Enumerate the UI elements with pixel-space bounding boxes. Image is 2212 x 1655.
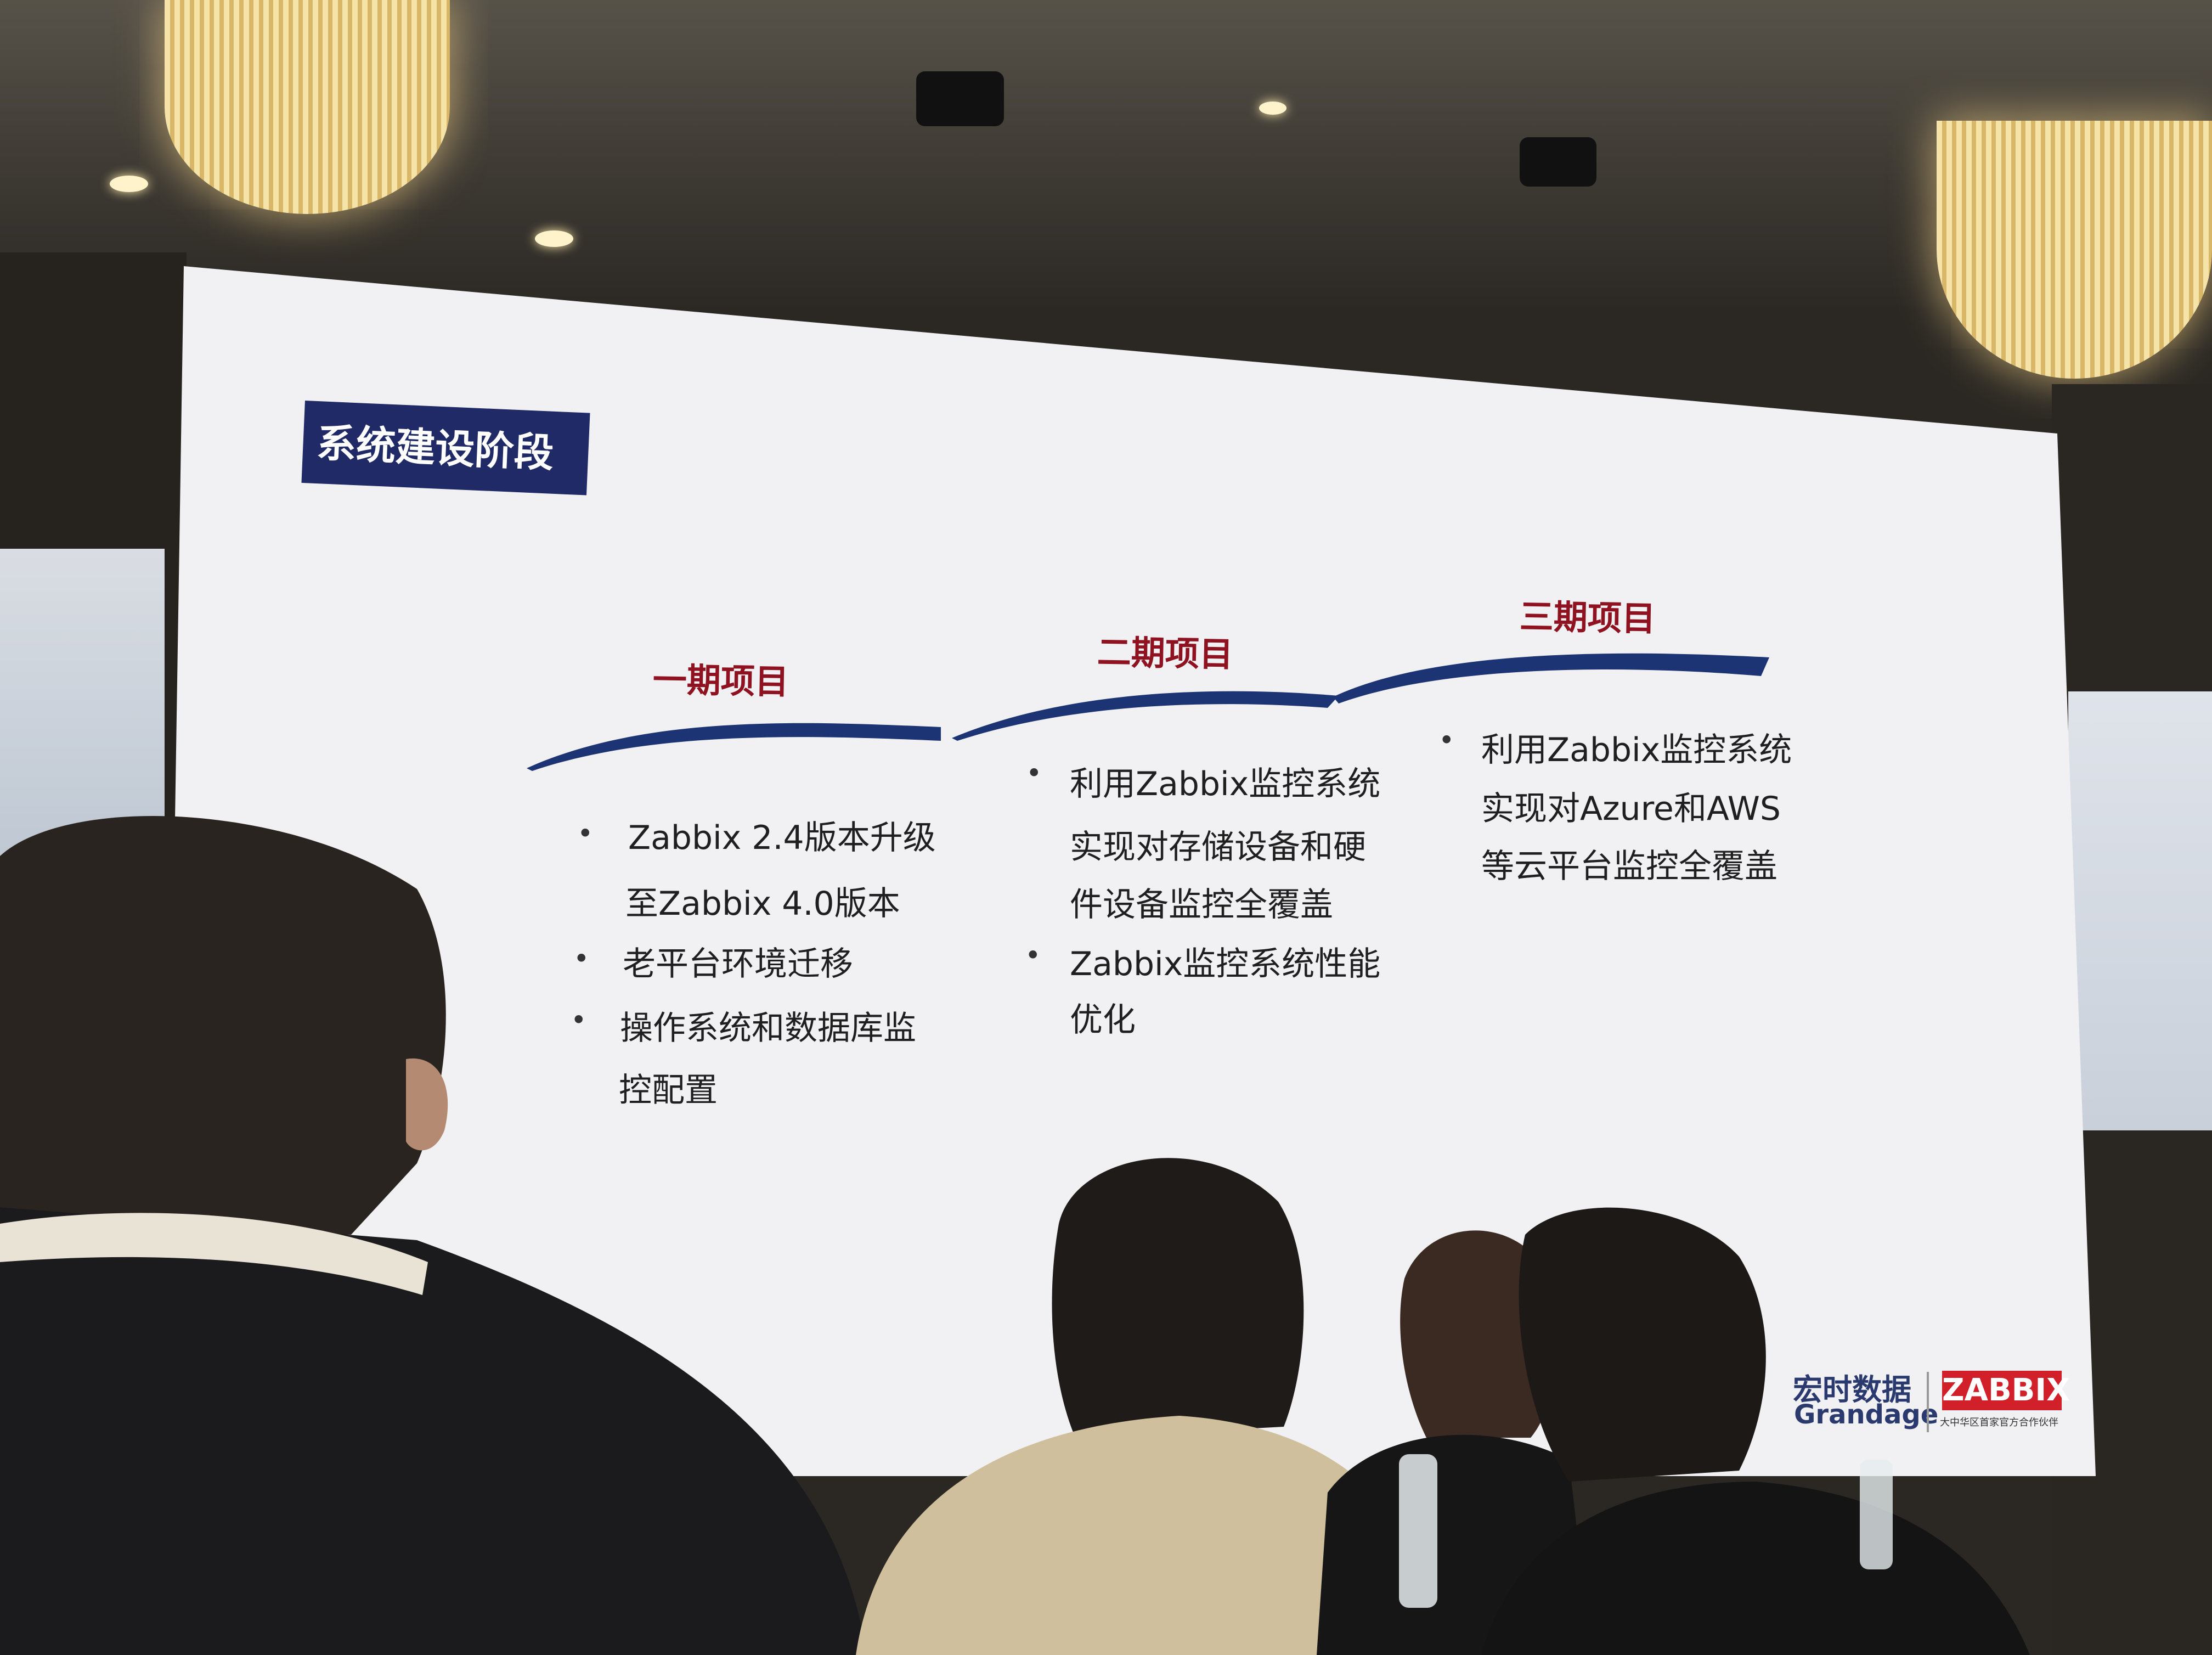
audience-head-middle [1052,1158,1304,1438]
conference-hall-scene: 系统建设阶段 一期项目 二期项目 三期项目 • Zabbix 2.4版本升级 至… [0,0,2212,1655]
audience-head-right [1519,1207,1766,1482]
audience-body-left [0,1207,867,1655]
water-bottle [1860,1460,1893,1569]
audience-head-left [0,816,446,1235]
water-bottle [1399,1454,1437,1608]
audience-foreground [0,816,2030,1655]
